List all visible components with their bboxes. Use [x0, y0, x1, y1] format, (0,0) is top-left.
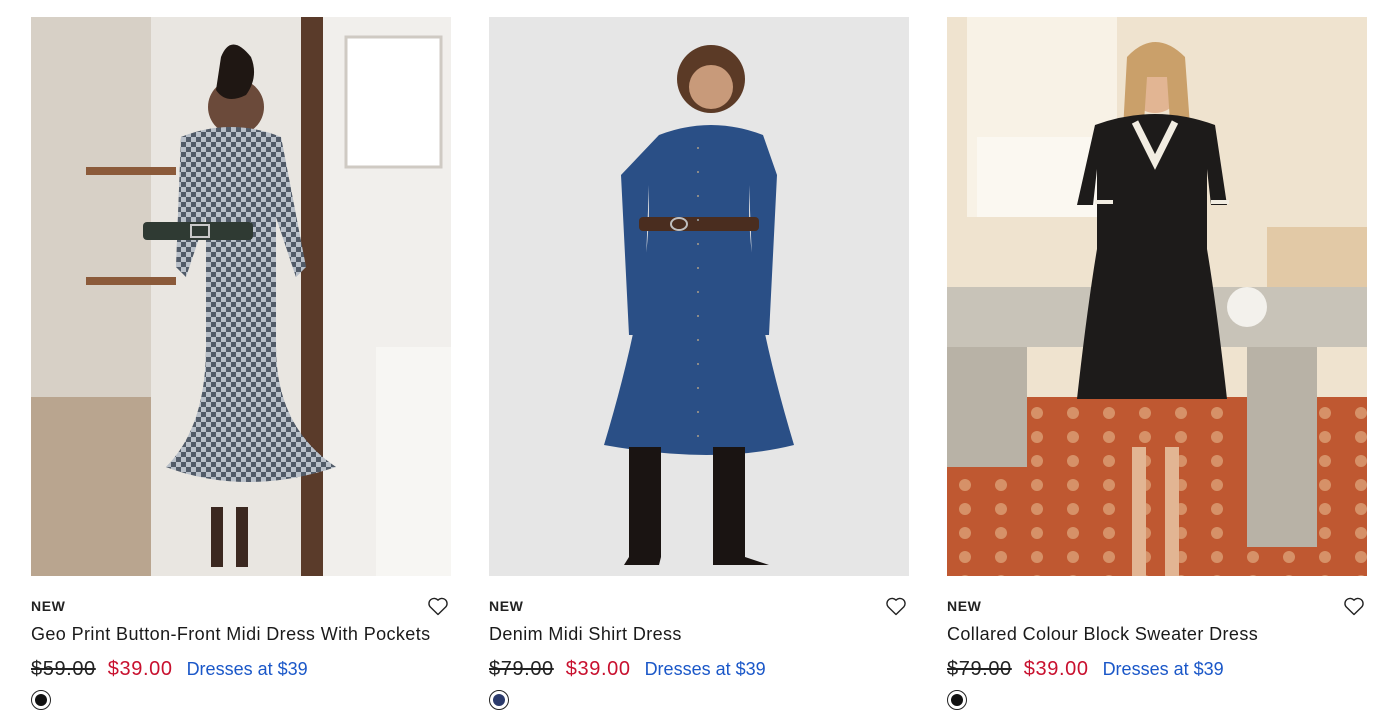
sale-price: $39.00 — [1023, 658, 1089, 680]
price-row: $79.00 $39.00 Dresses at $39 — [489, 658, 766, 681]
promo-link[interactable]: Dresses at $39 — [645, 659, 766, 680]
price-row: $79.00 $39.00 Dresses at $39 — [947, 658, 1224, 681]
product-card[interactable]: NEW Denim Midi Shirt Dress $79.00 $39.00… — [489, 17, 909, 722]
promo-link[interactable]: Dresses at $39 — [1103, 659, 1224, 680]
product-title[interactable]: Collared Colour Block Sweater Dress — [947, 624, 1258, 645]
product-title[interactable]: Denim Midi Shirt Dress — [489, 624, 682, 645]
swatch-color-dot — [951, 694, 963, 706]
product-info: NEW Geo Print Button-Front Midi Dress Wi… — [31, 576, 451, 722]
color-swatch[interactable] — [947, 690, 967, 710]
swatch-color-dot — [35, 694, 47, 706]
original-price: $79.00 — [947, 658, 1012, 680]
sale-price: $39.00 — [565, 658, 631, 680]
product-card[interactable]: NEW Geo Print Button-Front Midi Dress Wi… — [31, 17, 451, 722]
product-title[interactable]: Geo Print Button-Front Midi Dress With P… — [31, 624, 431, 645]
color-swatch[interactable] — [489, 690, 509, 710]
product-image[interactable] — [947, 17, 1367, 576]
product-image[interactable] — [489, 17, 909, 576]
original-price: $79.00 — [489, 658, 554, 680]
original-price: $59.00 — [31, 658, 96, 680]
wishlist-heart-icon[interactable] — [884, 594, 908, 618]
color-swatch[interactable] — [31, 690, 51, 710]
product-grid: NEW Geo Print Button-Front Midi Dress Wi… — [31, 17, 1367, 722]
wishlist-heart-icon[interactable] — [426, 594, 450, 618]
product-info: NEW Denim Midi Shirt Dress $79.00 $39.00… — [489, 576, 909, 722]
new-badge: NEW — [31, 598, 66, 614]
new-badge: NEW — [489, 598, 524, 614]
price-row: $59.00 $39.00 Dresses at $39 — [31, 658, 308, 681]
wishlist-heart-icon[interactable] — [1342, 594, 1366, 618]
sale-price: $39.00 — [107, 658, 173, 680]
product-card[interactable]: NEW Collared Colour Block Sweater Dress … — [947, 17, 1367, 722]
product-info: NEW Collared Colour Block Sweater Dress … — [947, 576, 1367, 722]
product-image[interactable] — [31, 17, 451, 576]
swatch-color-dot — [493, 694, 505, 706]
new-badge: NEW — [947, 598, 982, 614]
promo-link[interactable]: Dresses at $39 — [187, 659, 308, 680]
